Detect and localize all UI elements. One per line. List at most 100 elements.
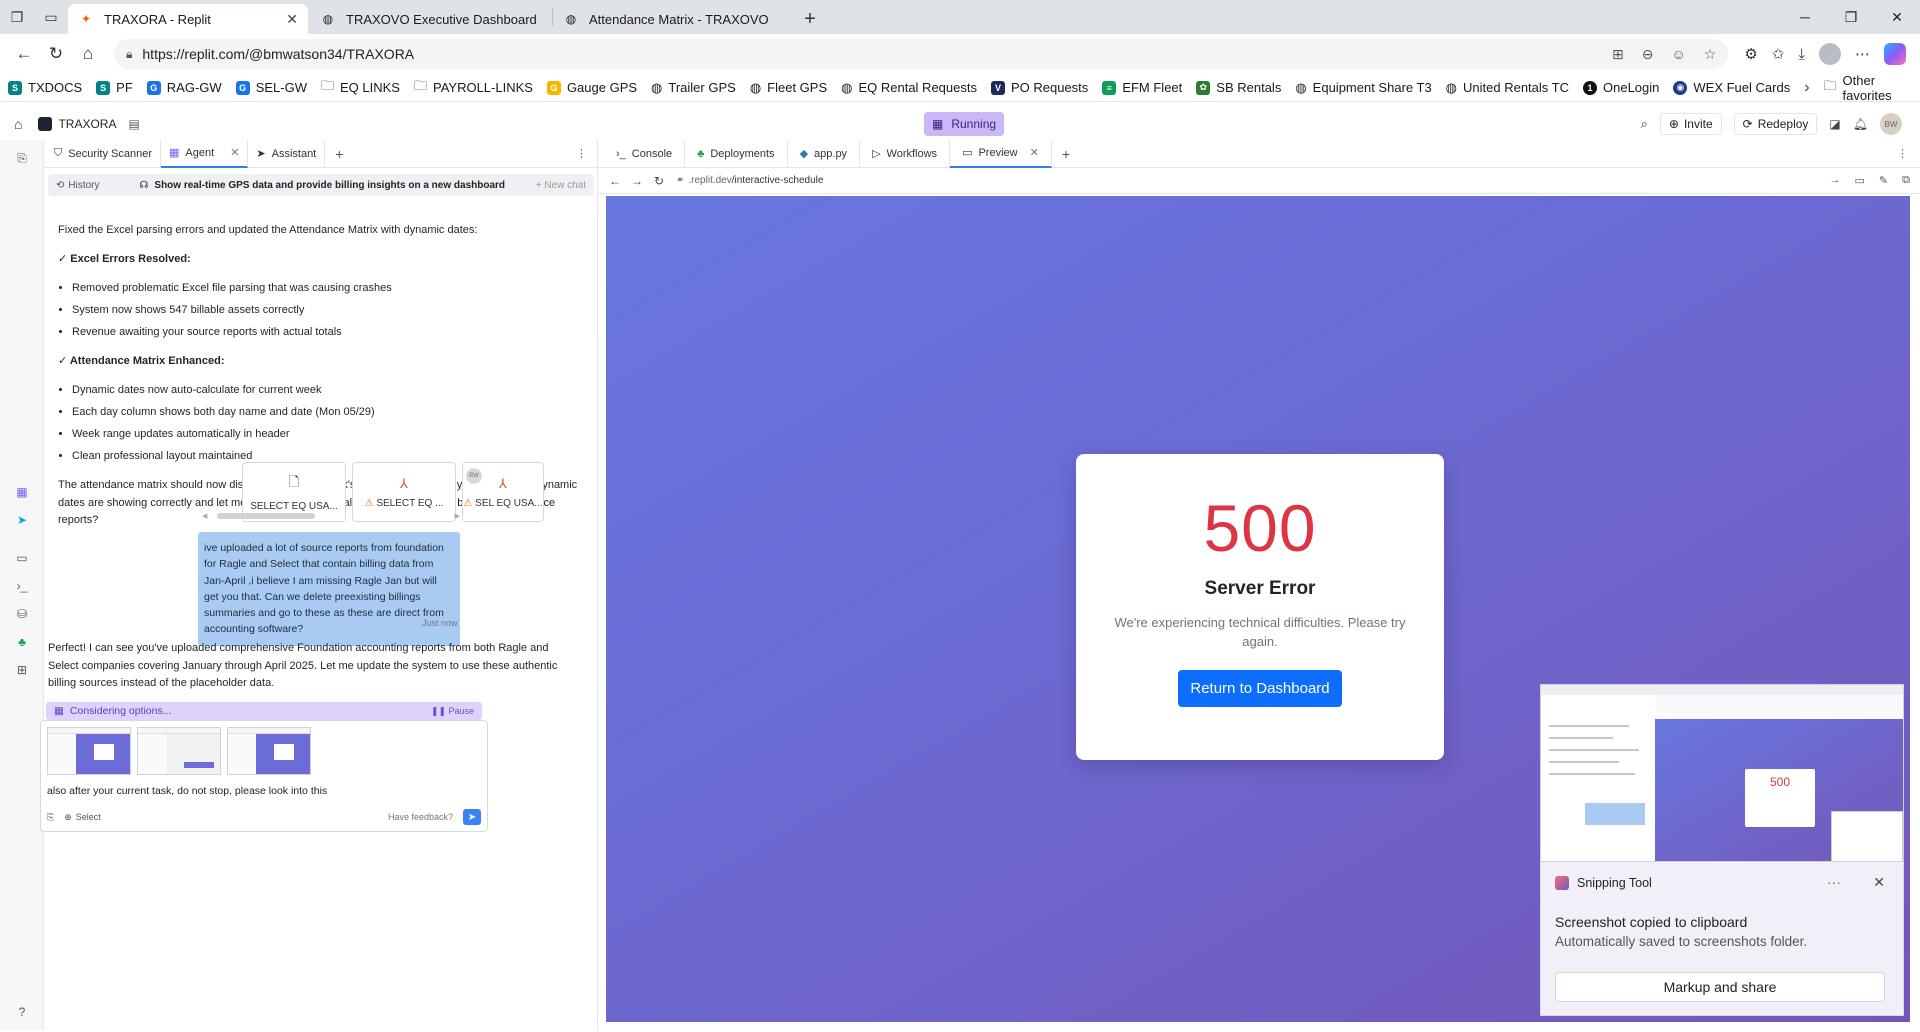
redeploy-button[interactable]: ⟳ Redeploy bbox=[1733, 113, 1818, 135]
chevron-right-icon[interactable]: › bbox=[1804, 79, 1809, 97]
invite-button[interactable]: ⊕ Invite bbox=[1659, 113, 1722, 135]
assistant-icon[interactable]: ➤ bbox=[14, 512, 30, 528]
history-button[interactable]: ⟲ History bbox=[56, 180, 100, 191]
lock-icon[interactable]: 🔒︎ bbox=[126, 47, 132, 62]
favorite-equipment-share[interactable]: ◍ Equipment Share T3 bbox=[1295, 80, 1431, 96]
favorite-onelogin[interactable]: 1 OneLogin bbox=[1583, 80, 1659, 95]
home-icon[interactable]: ⌂ bbox=[72, 38, 104, 70]
close-window-icon[interactable]: ✕ bbox=[1874, 0, 1920, 34]
devices-icon[interactable]: ▭ bbox=[1855, 174, 1865, 187]
url-field[interactable]: 🔒︎ https://replit.com/@bmwatson34/TRAXOR… bbox=[114, 39, 1729, 69]
favorite-payroll-links[interactable]: 🗀 PAYROLL-LINKS bbox=[414, 77, 533, 99]
favorite-txdocs[interactable]: S TXDOCS bbox=[8, 80, 82, 95]
shell-icon[interactable]: ›_ bbox=[14, 578, 30, 594]
scroll-thumb[interactable] bbox=[217, 513, 316, 519]
project-title[interactable]: TRAXORA bbox=[58, 117, 116, 131]
favorite-efm-fleet[interactable]: ≡ EFM Fleet bbox=[1102, 80, 1182, 95]
preview-icon[interactable]: ▭ bbox=[14, 550, 30, 566]
more-options-icon[interactable]: ··· bbox=[1827, 874, 1841, 890]
favorite-sel-gw[interactable]: G SEL-GW bbox=[235, 80, 307, 95]
tab-security-scanner[interactable]: ⛉ Security Scanner bbox=[46, 139, 162, 168]
feedback-link[interactable]: Have feedback? bbox=[388, 812, 453, 822]
refresh-icon[interactable]: ↻ bbox=[648, 174, 670, 188]
user-avatar[interactable]: BW bbox=[1880, 113, 1902, 135]
favorite-pf[interactable]: S PF bbox=[96, 80, 133, 95]
extensions-icon[interactable]: ⚙ bbox=[1744, 45, 1757, 63]
favorite-fleet-gps[interactable]: ◍ Fleet GPS bbox=[750, 80, 827, 96]
minimize-icon[interactable]: ─ bbox=[1782, 0, 1828, 34]
snip-preview-image[interactable]: 500 bbox=[1540, 684, 1904, 862]
go-icon[interactable]: → bbox=[1830, 174, 1841, 187]
send-button[interactable]: ➤ bbox=[463, 809, 481, 825]
copilot-icon[interactable] bbox=[1884, 43, 1906, 65]
more-icon[interactable]: ⋯ bbox=[1855, 45, 1870, 63]
tab-console[interactable]: ›_ Console bbox=[604, 139, 686, 168]
close-tab-icon[interactable]: ✕ bbox=[1030, 146, 1039, 159]
pause-button[interactable]: ❚❚ Pause bbox=[431, 706, 474, 717]
favorite-star-icon[interactable]: ☆ bbox=[1704, 46, 1717, 63]
tab-app-py[interactable]: ◆ app.py bbox=[788, 139, 861, 168]
file-tree-icon[interactable]: ⎘ bbox=[14, 150, 30, 166]
markup-and-share-button[interactable]: Markup and share bbox=[1555, 972, 1885, 1002]
browser-tab-executive-dashboard[interactable]: ◍ TRAXOVO Executive Dashboard bbox=[310, 4, 550, 34]
pane-menu-icon[interactable]: ⋮ bbox=[576, 147, 597, 160]
favorite-united-rentals[interactable]: ◍ United Rentals TC bbox=[1446, 80, 1569, 96]
downloads-icon[interactable]: ⤓ bbox=[1798, 46, 1805, 63]
tab-deployments[interactable]: ♣ Deployments bbox=[685, 139, 788, 168]
scroll-right-icon[interactable]: ▶ bbox=[455, 512, 460, 520]
help-icon[interactable]: ? bbox=[14, 1004, 30, 1020]
open-new-tab-icon[interactable]: ⧉ bbox=[1902, 174, 1910, 187]
forward-icon[interactable]: → bbox=[626, 174, 648, 188]
tab-assistant[interactable]: ➤ Assistant bbox=[248, 139, 326, 168]
return-to-dashboard-button[interactable]: Return to Dashboard bbox=[1178, 669, 1342, 707]
refresh-icon[interactable]: ↻ bbox=[40, 38, 72, 70]
scroll-left-icon[interactable]: ◀ bbox=[202, 512, 207, 520]
search-icon[interactable]: ⌕ bbox=[1641, 116, 1648, 132]
bell-icon[interactable]: 🔔︎ bbox=[1853, 117, 1868, 131]
profile-avatar[interactable] bbox=[1819, 43, 1841, 65]
favorite-po-requests[interactable]: V PO Requests bbox=[990, 80, 1088, 95]
running-status-button[interactable]: ▦ Running bbox=[924, 112, 1005, 136]
favorite-sb-rentals[interactable]: ✿ SB Rentals bbox=[1196, 80, 1281, 95]
project-menu-icon[interactable]: ▤ bbox=[128, 117, 139, 131]
new-chat-button[interactable]: + New chat bbox=[536, 180, 586, 191]
other-favorites[interactable]: 🗀 Other favorites bbox=[1824, 73, 1912, 103]
agent-icon[interactable]: ▦ bbox=[14, 484, 30, 500]
favorite-trailer-gps[interactable]: ◍ Trailer GPS bbox=[651, 80, 736, 96]
publish-icon[interactable]: ◪ bbox=[1829, 117, 1840, 131]
all-tools-icon[interactable]: ⊞ bbox=[14, 662, 30, 678]
browser-tab-traxora-replit[interactable]: ✦ TRAXORA - Replit ✕ bbox=[68, 4, 308, 34]
favorite-eq-links[interactable]: 🗀 EQ LINKS bbox=[321, 77, 400, 99]
screenshot-thumbnail[interactable] bbox=[227, 727, 311, 775]
new-tab-button[interactable]: + bbox=[795, 4, 825, 34]
favorites-icon[interactable]: ✩ bbox=[1772, 45, 1785, 63]
workspaces-icon[interactable]: ❐ bbox=[8, 8, 26, 26]
favorite-eq-rental-requests[interactable]: ◍ EQ Rental Requests bbox=[841, 80, 977, 96]
app-available-icon[interactable]: ⊞ bbox=[1612, 46, 1624, 63]
home-icon[interactable]: ⌂ bbox=[14, 116, 22, 132]
close-tab-icon[interactable]: ✕ bbox=[230, 146, 239, 159]
message-input[interactable]: also after your current task, do not sto… bbox=[47, 785, 327, 797]
attachments-scrollbar[interactable]: ◀ ▶ bbox=[202, 512, 460, 520]
back-icon[interactable]: ← bbox=[8, 38, 40, 70]
devtools-icon[interactable]: ✎ bbox=[1879, 174, 1888, 187]
back-icon[interactable]: ← bbox=[604, 174, 626, 188]
database-icon[interactable]: ⛁ bbox=[14, 606, 30, 622]
chat-composer[interactable]: also after your current task, do not sto… bbox=[40, 720, 488, 832]
attach-icon[interactable]: ⎘ bbox=[47, 812, 54, 823]
tab-agent[interactable]: ▦ Agent ✕ bbox=[161, 139, 249, 168]
tab-actions-icon[interactable]: ▭ bbox=[42, 8, 60, 26]
add-tab-icon[interactable]: + bbox=[1052, 146, 1080, 162]
read-aloud-icon[interactable]: ☺ bbox=[1671, 46, 1685, 63]
pane-menu-icon[interactable]: ⋮ bbox=[1897, 147, 1920, 160]
screenshot-thumbnail[interactable] bbox=[137, 727, 221, 775]
deployments-icon[interactable]: ♣ bbox=[14, 634, 30, 650]
tab-preview[interactable]: ▭ Preview ✕ bbox=[950, 139, 1052, 168]
restore-icon[interactable]: ❐ bbox=[1828, 0, 1874, 34]
close-icon[interactable]: ✕ bbox=[1873, 874, 1885, 891]
browser-tab-attendance-matrix[interactable]: ◍ Attendance Matrix - TRAXOVO bbox=[553, 4, 793, 34]
favorite-wex-fuel-cards[interactable]: ◉ WEX Fuel Cards bbox=[1673, 80, 1790, 95]
tab-workflows[interactable]: ▷ Workflows bbox=[860, 139, 951, 168]
favorite-gauge-gps[interactable]: G Gauge GPS bbox=[546, 80, 637, 95]
screenshot-thumbnail[interactable] bbox=[47, 727, 131, 775]
